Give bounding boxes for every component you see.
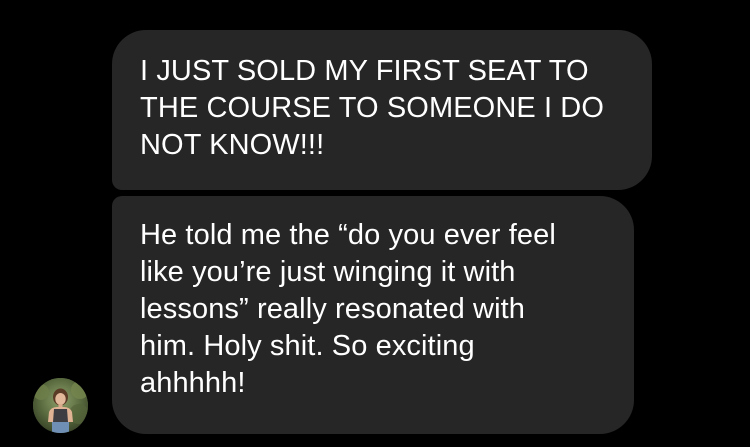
avatar-photo-icon (33, 378, 88, 433)
message-bubble-1[interactable]: I JUST SOLD MY FIRST SEAT TO THE COURSE … (112, 30, 652, 190)
message-thread: I JUST SOLD MY FIRST SEAT TO THE COURSE … (0, 0, 750, 447)
message-bubble-2[interactable]: He told me the “do you ever feel like yo… (112, 196, 634, 434)
sender-avatar-icon[interactable] (33, 378, 88, 433)
